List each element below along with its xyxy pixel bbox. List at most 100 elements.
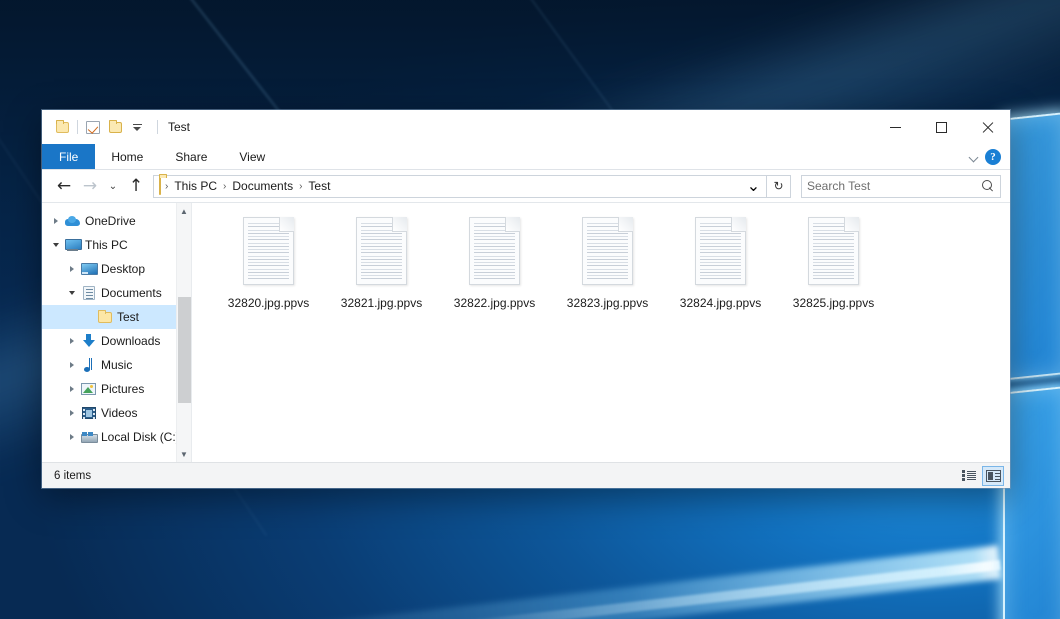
address-field[interactable]: › This PC › Documents › Test ⌄ [153,175,767,198]
file-name-label: 32823.jpg.ppvs [567,296,648,310]
generic-document-icon [695,217,746,285]
up-button[interactable]: ↑ [123,173,149,199]
file-name-label: 32825.jpg.ppvs [793,296,874,310]
file-item[interactable]: 32825.jpg.ppvs [777,213,890,310]
address-dropdown-icon[interactable]: ⌄ [745,176,762,197]
close-button[interactable] [964,110,1010,144]
sidebar-item-label: Videos [101,406,137,420]
sidebar-item-label: Test [117,310,139,324]
ribbon-tab-bar: File Home Share View ? [42,144,1010,170]
file-list-pane[interactable]: 32820.jpg.ppvs 32821.jpg.ppvs 32822.jpg.pp… [192,203,1010,462]
navigation-scrollbar[interactable]: ▲ ▼ [176,203,191,462]
chevron-down-icon[interactable] [966,149,982,165]
breadcrumb-this-pc[interactable]: This PC [169,176,222,197]
file-name-label: 32822.jpg.ppvs [454,296,535,310]
sidebar-item-label: This PC [85,238,128,252]
sidebar-item-videos[interactable]: Videos [42,401,191,425]
window-title: Test [157,120,190,134]
expander-placeholder [80,309,96,325]
page-fold-icon [392,217,407,232]
details-view-icon [962,470,976,481]
page-fold-icon [279,217,294,232]
sidebar-item-label: Documents [101,286,162,300]
chevron-down-icon: ⌄ [109,181,117,192]
large-icons-view-button[interactable] [982,466,1004,486]
search-icon [982,180,995,193]
sidebar-item-label: Downloads [101,334,160,348]
file-name-label: 32821.jpg.ppvs [341,296,422,310]
chevron-down-icon[interactable] [64,285,80,301]
help-icon[interactable]: ? [985,149,1001,165]
chevron-down-icon[interactable] [48,237,64,253]
sidebar-item-desktop[interactable]: Desktop [42,257,191,281]
chevron-right-icon[interactable] [64,381,80,397]
breadcrumb-documents[interactable]: Documents [227,176,298,197]
sidebar-item-label: Desktop [101,262,145,276]
tab-home[interactable]: Home [95,144,159,169]
folder-icon[interactable] [51,116,73,138]
tab-share[interactable]: Share [159,144,223,169]
file-item[interactable]: 32824.jpg.ppvs [664,213,777,310]
sidebar-item-pictures[interactable]: Pictures [42,377,191,401]
tab-view[interactable]: View [223,144,281,169]
address-bar: ← → ⌄ ↑ › This PC › Documents › Test ⌄ [42,170,1010,202]
this-pc-icon [64,237,81,253]
sidebar-item-downloads[interactable]: Downloads [42,329,191,353]
status-bar: 6 items [42,462,1010,488]
back-button[interactable]: ← [51,173,77,199]
scrollbar-track[interactable] [177,219,192,446]
page-fold-icon [618,217,633,232]
quick-access-toolbar [42,116,148,138]
chevron-right-icon[interactable] [64,261,80,277]
chevron-right-icon[interactable] [64,405,80,421]
search-input[interactable]: Search Test [807,179,982,193]
maximize-button[interactable] [918,110,964,144]
chevron-right-icon[interactable] [48,213,64,229]
details-view-button[interactable] [958,466,980,486]
pictures-icon [80,381,97,397]
sidebar-item-label: Music [101,358,132,372]
breadcrumb-test[interactable]: Test [303,176,335,197]
search-box[interactable]: Search Test [801,175,1001,198]
file-item[interactable]: 32822.jpg.ppvs [438,213,551,310]
scroll-up-icon[interactable]: ▲ [177,203,192,219]
file-item[interactable]: 32821.jpg.ppvs [325,213,438,310]
sidebar-item-this-pc[interactable]: This PC [42,233,191,257]
page-fold-icon [731,217,746,232]
documents-icon [80,285,97,301]
forward-button[interactable]: → [77,173,103,199]
page-fold-icon [505,217,520,232]
customize-quick-access-icon[interactable] [126,116,148,138]
sidebar-item-documents[interactable]: Documents [42,281,191,305]
large-icons-view-icon [986,470,1001,482]
new-folder-icon[interactable] [104,116,126,138]
generic-document-icon [243,217,294,285]
sidebar-item-local-disk-c[interactable]: Local Disk (C:) [42,425,191,449]
desktop: Test File Home Share View ? ← [0,0,1060,619]
sidebar-item-onedrive[interactable]: OneDrive [42,209,191,233]
minimize-button[interactable] [872,110,918,144]
tab-file[interactable]: File [42,144,95,169]
sidebar-item-music[interactable]: Music [42,353,191,377]
recent-locations-button[interactable]: ⌄ [103,173,123,199]
ribbon-right-controls: ? [966,144,1010,169]
sidebar-item-test[interactable]: Test [42,305,191,329]
scroll-down-icon[interactable]: ▼ [177,446,192,462]
navigation-pane: OneDrive This PC Desktop Documents Test Downl… [42,203,192,462]
up-arrow-icon: ↑ [129,178,143,195]
chevron-right-icon[interactable] [64,357,80,373]
generic-document-icon [469,217,520,285]
properties-icon[interactable] [82,116,104,138]
file-item[interactable]: 32820.jpg.ppvs [212,213,325,310]
scrollbar-thumb[interactable] [178,297,191,403]
chevron-right-icon[interactable] [64,333,80,349]
sidebar-item-label: OneDrive [85,214,136,228]
refresh-button[interactable]: ↻ [767,175,791,198]
sidebar-item-label: Local Disk (C:) [101,430,180,444]
chevron-right-icon[interactable] [64,429,80,445]
window-controls [872,110,1010,144]
page-fold-icon [844,217,859,232]
file-item[interactable]: 32823.jpg.ppvs [551,213,664,310]
windows-logo-pane [1003,386,1060,619]
file-grid: 32820.jpg.ppvs 32821.jpg.ppvs 32822.jpg.pp… [202,213,1010,310]
